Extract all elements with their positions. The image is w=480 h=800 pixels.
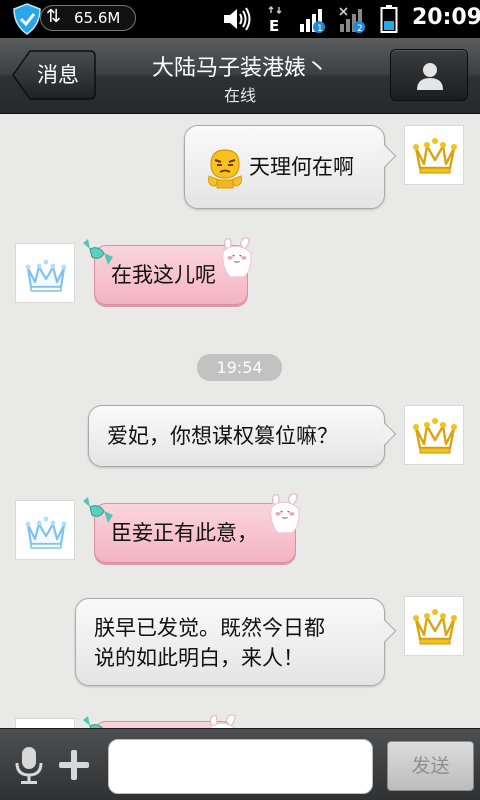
message-bubble-outgoing[interactable]: 天理何在啊 <box>184 125 397 209</box>
signal-sim2-icon: 2 <box>339 7 365 34</box>
gold-crown-icon <box>413 136 457 176</box>
svg-text:1: 1 <box>317 24 323 34</box>
annoyed-face-icon <box>208 149 242 189</box>
profile-button[interactable] <box>390 49 468 101</box>
candy-decoration-icon <box>80 493 116 529</box>
microphone-icon[interactable] <box>12 745 46 785</box>
bunny-decoration-icon <box>218 235 256 279</box>
message-text: 臣妾正有此意， <box>111 521 258 545</box>
message-text: 天理何在啊 <box>249 155 354 179</box>
my-avatar[interactable] <box>404 125 464 185</box>
signal-sim1-icon: 1 <box>300 9 325 34</box>
time-separator: 19:54 <box>197 354 282 381</box>
bubble-tail <box>373 422 397 446</box>
composer-bar: 发送 <box>0 728 480 800</box>
sync-arrows-icon: ⇅ <box>46 6 62 27</box>
gold-crown-icon <box>413 416 457 456</box>
message-line: 说的如此明白，来人！ <box>94 646 304 670</box>
blue-crown-icon <box>24 254 68 294</box>
message-list[interactable]: 天理何在啊 在我这儿呢 19:54 爱妃，你想谋权篡位嘛？ 臣妾正有此意， 朕早… <box>0 115 480 728</box>
memory-usage: 65.6M <box>74 9 121 27</box>
shield-icon <box>13 3 41 35</box>
send-button[interactable]: 发送 <box>387 741 474 791</box>
person-icon <box>417 63 443 90</box>
contact-name: 大陆马子装港婊丶 <box>151 56 328 81</box>
contact-status: 在线 <box>223 86 256 105</box>
plus-icon[interactable] <box>56 747 92 783</box>
clock: 20:09 <box>412 5 480 30</box>
candy-decoration-icon <box>80 712 116 728</box>
message-bubble-outgoing[interactable]: 爱妃，你想谋权篡位嘛？ <box>88 405 397 467</box>
bubble-tail <box>373 144 397 168</box>
candy-decoration-icon <box>80 235 116 271</box>
edge-network-icon: E <box>268 6 282 33</box>
volume-icon <box>224 7 251 31</box>
message-bubble-outgoing[interactable]: 朕早已发觉。既然今日都 说的如此明白，来人！ <box>75 598 397 686</box>
gold-crown-icon <box>413 607 457 647</box>
contact-avatar[interactable] <box>15 500 75 560</box>
my-avatar[interactable] <box>404 405 464 465</box>
message-text: 爱妃，你想谋权篡位嘛？ <box>107 424 338 448</box>
back-label[interactable]: 消息 <box>28 50 88 100</box>
status-bar: ⇅ 65.6M E 1 2 20:09 <box>0 0 480 38</box>
message-text: 在我这儿呢 <box>111 263 216 287</box>
blue-crown-icon <box>24 511 68 551</box>
battery-icon <box>380 5 398 33</box>
bunny-decoration-icon <box>266 491 304 535</box>
svg-text:2: 2 <box>357 24 363 34</box>
bubble-tail <box>373 619 397 643</box>
message-line: 朕早已发觉。既然今日都 <box>94 616 325 640</box>
chat-header: 消息 大陆马子装港婊丶 在线 <box>0 38 480 114</box>
my-avatar[interactable] <box>404 596 464 656</box>
network-type: E <box>269 17 279 33</box>
bunny-decoration-icon <box>204 712 242 728</box>
contact-avatar[interactable] <box>15 243 75 303</box>
message-text: 朕早已发觉。既然今日都 说的如此明白，来人！ <box>94 613 374 673</box>
contact-avatar[interactable] <box>15 718 75 728</box>
message-input[interactable] <box>108 739 373 794</box>
